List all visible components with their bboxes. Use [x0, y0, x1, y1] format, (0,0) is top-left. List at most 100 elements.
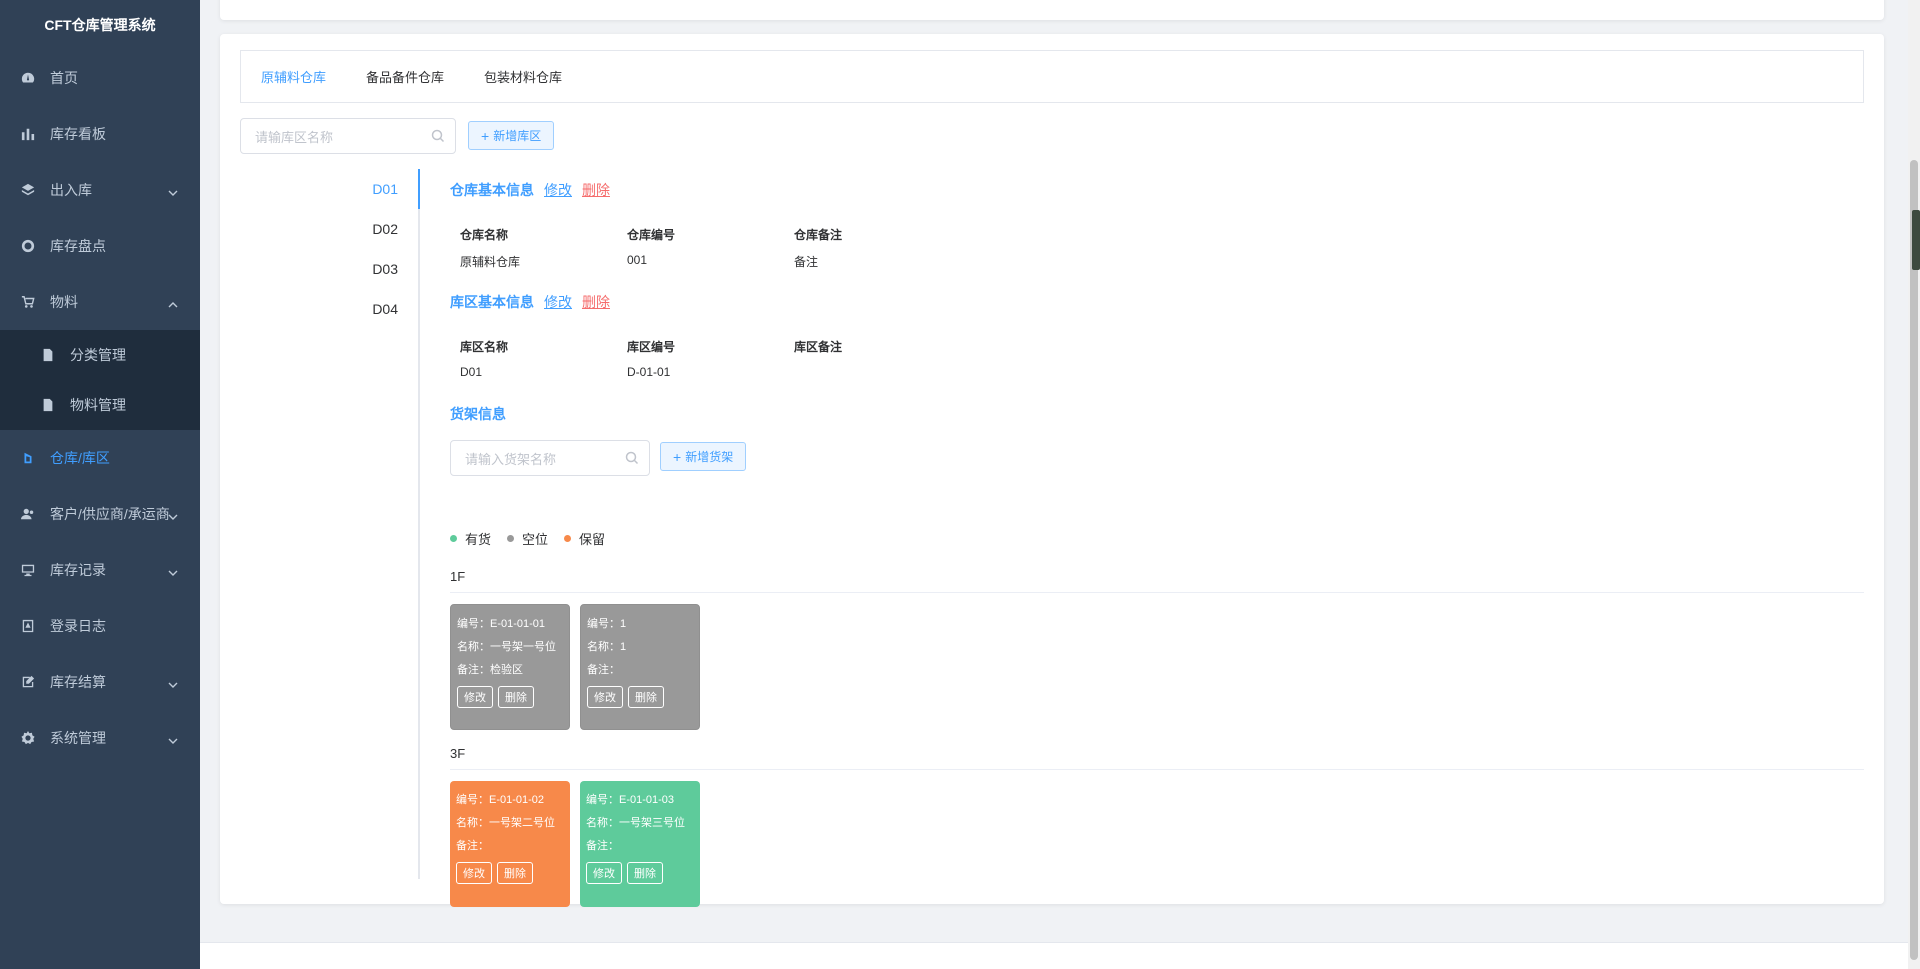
monitor-icon	[20, 562, 36, 578]
sidebar-item-label: 仓库/库区	[50, 450, 110, 466]
sidebar-item-inventory-records[interactable]: 库存记录	[0, 542, 200, 598]
dashboard-icon	[20, 70, 36, 86]
sidebar-item-warehouse-zone[interactable]: 仓库/库区	[0, 430, 200, 486]
shelf-card[interactable]: 编号：E-01-01-03 名称：一号架三号位 备注： 修改 删除	[580, 781, 700, 907]
main-area: 原辅料仓库 备品备件仓库 包装材料仓库 请输库区名称 + 新增库区 D01 D0…	[200, 0, 1920, 969]
plus-icon: +	[481, 127, 490, 144]
sidebar-item-label: 库存记录	[50, 562, 106, 578]
side-handle[interactable]	[1912, 210, 1920, 270]
page-scrollbar[interactable]	[1908, 0, 1920, 969]
shelf-delete-button[interactable]: 删除	[498, 686, 534, 708]
chevron-down-icon	[168, 509, 178, 520]
shelf-card[interactable]: 编号：1 名称：1 备注： 修改 删除	[580, 604, 700, 730]
app-logo: CFT仓库管理系统	[44, 17, 156, 33]
shelf-code: 编号：1	[587, 618, 627, 630]
sidebar-item-home[interactable]: 首页	[0, 50, 200, 106]
sidebar-item-customers-suppliers[interactable]: 客户/供应商/承运商	[0, 486, 200, 542]
search-icon	[625, 451, 639, 465]
log-icon	[20, 618, 36, 634]
shelf-code: 编号：E-01-01-02	[456, 794, 545, 806]
gray-dot-icon	[507, 535, 515, 542]
warehouse-info-title: 仓库基本信息	[450, 182, 534, 198]
tab-spare-parts[interactable]: 备品备件仓库	[366, 67, 444, 86]
zone-item-d04[interactable]: D04	[372, 301, 398, 317]
warehouse-edit-link[interactable]: 修改	[544, 180, 572, 200]
shelf-info-section: 货架信息	[450, 404, 506, 424]
sidebar-item-label: 客户/供应商/承运商	[50, 506, 170, 522]
cart-icon	[20, 294, 36, 310]
plus-icon: +	[673, 448, 682, 465]
shelf-search-placeholder: 请输入货架名称	[465, 451, 557, 467]
shelf-info-title: 货架信息	[450, 406, 506, 422]
zone-search-input[interactable]: 请输库区名称	[240, 118, 456, 154]
legend-reserved: 保留	[564, 529, 605, 548]
document-icon	[40, 347, 56, 363]
edit-icon	[20, 674, 36, 690]
zone-info-section: 库区基本信息 修改 删除	[450, 292, 610, 312]
sidebar-item-label: 出入库	[50, 182, 92, 198]
legend-label: 有货	[465, 532, 492, 547]
sidebar-item-inventory-board[interactable]: 库存看板	[0, 106, 200, 162]
warehouse-code-value: 001	[627, 253, 648, 267]
zone-edit-link[interactable]: 修改	[544, 292, 572, 312]
sidebar-item-label: 物料管理	[70, 397, 126, 413]
shelf-remark: 备注：	[587, 664, 620, 676]
zone-item-d01[interactable]: D01	[372, 181, 398, 197]
sidebar-item-login-log[interactable]: 登录日志	[0, 598, 200, 654]
add-shelf-button[interactable]: + 新增货架	[660, 442, 747, 471]
status-legend: 有货 空位 保留	[450, 529, 621, 548]
shelf-edit-button[interactable]: 修改	[457, 686, 493, 708]
add-zone-button[interactable]: + 新增库区	[468, 121, 555, 150]
scrollbar-thumb[interactable]	[1910, 160, 1918, 960]
aperture-icon	[20, 238, 36, 254]
shelf-code: 编号：E-01-01-01	[457, 618, 546, 630]
shelf-name: 名称：1	[587, 641, 627, 653]
zone-item-d02[interactable]: D02	[372, 221, 398, 237]
sidebar-item-label: 库存盘点	[50, 238, 106, 254]
sidebar-item-stocktake[interactable]: 库存盘点	[0, 218, 200, 274]
add-shelf-label: 新增货架	[685, 450, 734, 464]
shelf-search-input[interactable]: 请输入货架名称	[450, 440, 650, 476]
shelf-delete-button[interactable]: 删除	[497, 862, 533, 884]
chevron-up-icon	[168, 297, 178, 308]
tab-packaging[interactable]: 包装材料仓库	[484, 67, 562, 86]
zone-list: D01 D02 D03 D04	[240, 169, 420, 879]
shelf-card[interactable]: 编号：E-01-01-01 名称：一号架一号位 备注：检验区 修改 删除	[450, 604, 570, 730]
zone-item-d03[interactable]: D03	[372, 261, 398, 277]
sidebar-item-label: 系统管理	[50, 730, 106, 746]
sidebar: CFT仓库管理系统 首页 库存看板 出入库 库存盘点 物料 分类管理 物料管理 …	[0, 0, 200, 969]
floor-label-1f: 1F	[450, 569, 466, 584]
zone-name-value: D01	[460, 365, 483, 379]
warehouse-info-section: 仓库基本信息 修改 删除	[450, 180, 610, 200]
green-dot-icon	[450, 535, 457, 542]
sidebar-item-label: 登录日志	[50, 618, 106, 634]
sidebar-item-material-management[interactable]: 物料管理	[0, 380, 200, 430]
shelf-edit-button[interactable]: 修改	[456, 862, 492, 884]
shelf-card[interactable]: 编号：E-01-01-02 名称：一号架二号位 备注： 修改 删除	[450, 781, 570, 907]
shelf-delete-button[interactable]: 删除	[628, 686, 664, 708]
shelf-remark: 备注：	[586, 840, 619, 852]
shelf-delete-button[interactable]: 删除	[627, 862, 663, 884]
shelf-edit-button[interactable]: 修改	[586, 862, 622, 884]
shelf-name: 名称：一号架二号位	[456, 817, 555, 829]
sidebar-item-system-management[interactable]: 系统管理	[0, 710, 200, 766]
sidebar-item-category-management[interactable]: 分类管理	[0, 330, 200, 380]
sidebar-item-label: 分类管理	[70, 347, 126, 363]
shelf-edit-button[interactable]: 修改	[587, 686, 623, 708]
content-card: 原辅料仓库 备品备件仓库 包装材料仓库 请输库区名称 + 新增库区 D01 D0…	[220, 34, 1884, 907]
warehouse-delete-link[interactable]: 删除	[582, 180, 610, 200]
chevron-down-icon	[168, 185, 178, 196]
tab-raw-materials[interactable]: 原辅料仓库	[261, 67, 326, 86]
footer-strip	[200, 942, 1920, 969]
zone-code-value: D-01-01	[627, 365, 671, 379]
sidebar-item-in-out[interactable]: 出入库	[0, 162, 200, 218]
shelf-name: 名称：一号架三号位	[586, 817, 685, 829]
sidebar-item-inventory-settlement[interactable]: 库存结算	[0, 654, 200, 710]
shelf-remark: 备注：检验区	[457, 664, 523, 676]
sidebar-item-material[interactable]: 物料	[0, 274, 200, 330]
warehouse-tabs: 原辅料仓库 备品备件仓库 包装材料仓库	[240, 50, 1864, 103]
zone-delete-link[interactable]: 删除	[582, 292, 610, 312]
warehouse-icon	[20, 450, 36, 466]
chevron-down-icon	[168, 565, 178, 576]
shelf-name: 名称：一号架一号位	[457, 641, 556, 653]
